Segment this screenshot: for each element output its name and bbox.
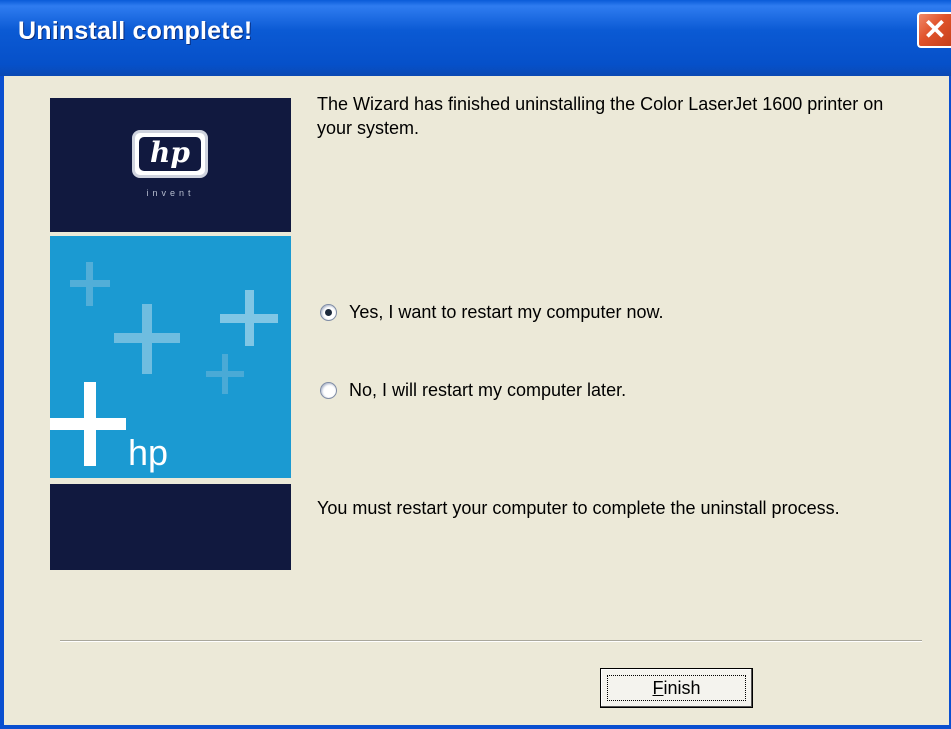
restart-required-message: You must restart your computer to comple…	[317, 498, 840, 518]
separator-line	[60, 640, 922, 642]
close-icon: ✕	[923, 14, 947, 45]
close-button[interactable]: ✕	[917, 12, 951, 48]
window-border-bottom	[0, 725, 951, 729]
hp-banner-art: hp	[50, 236, 291, 478]
uninstall-dialog: Uninstall complete! ✕ hp invent hp The W…	[0, 0, 951, 729]
plus-decoration-icon	[70, 262, 110, 306]
plus-decoration-icon	[50, 382, 126, 466]
plus-decoration-icon	[220, 290, 278, 346]
title-bar[interactable]: Uninstall complete! ✕	[0, 0, 951, 76]
restart-later-label[interactable]: No, I will restart my computer later.	[349, 380, 626, 401]
restart-later-option[interactable]: No, I will restart my computer later.	[320, 378, 626, 402]
restart-now-label[interactable]: Yes, I want to restart my computer now.	[349, 302, 663, 323]
focus-rectangle	[607, 675, 746, 701]
hp-logo-panel: hp invent	[50, 98, 291, 232]
plus-decoration-icon	[206, 354, 244, 394]
hp-brand-text: hp	[128, 432, 169, 473]
radio-button-selected[interactable]	[320, 303, 337, 321]
completion-message: The Wizard has finished uninstalling the…	[317, 94, 884, 138]
finish-button[interactable]: Finish	[600, 668, 753, 708]
window-title: Uninstall complete!	[18, 17, 253, 45]
hp-logo: hp	[132, 130, 208, 178]
banner-footer	[50, 484, 291, 570]
restart-now-option[interactable]: Yes, I want to restart my computer now.	[320, 300, 663, 324]
radio-button-unselected[interactable]	[320, 381, 337, 399]
window-border-left	[0, 76, 4, 729]
plus-decoration-icon	[114, 304, 180, 374]
invent-tagline: invent	[146, 188, 195, 198]
hp-logo-text: hp	[139, 137, 201, 171]
